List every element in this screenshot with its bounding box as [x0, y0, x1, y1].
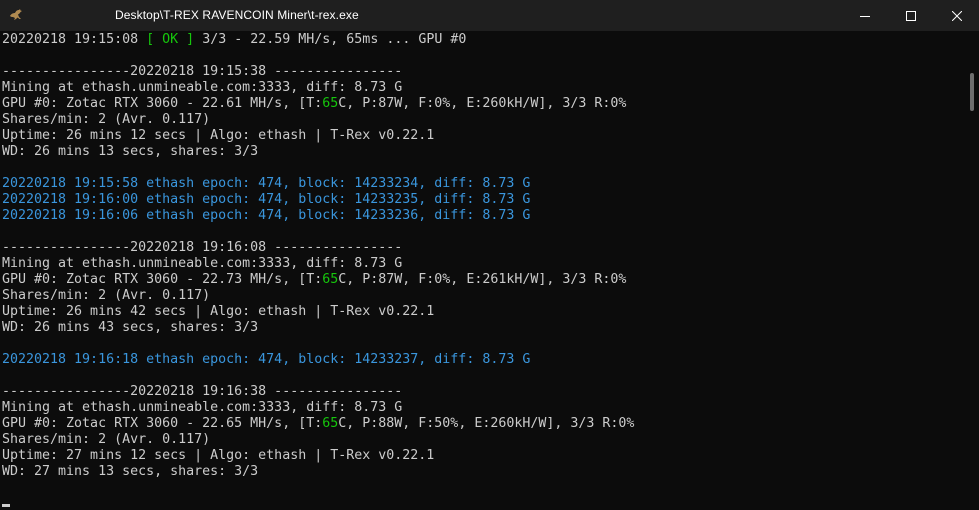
- epoch-line: 20220218 19:15:58 ethash epoch: 474, blo…: [2, 176, 531, 191]
- ok-status-badge: OK: [162, 32, 179, 47]
- window-title: Desktop\T-REX RAVENCOIN Miner\t-rex.exe: [115, 8, 359, 22]
- text-cursor: [2, 504, 10, 507]
- block3-wd-line: WD: 27 mins 13 secs, shares: 3/3: [2, 464, 259, 479]
- close-button[interactable]: [934, 0, 979, 31]
- block3-shares-line: Shares/min: 2 (Avr. 0.117): [2, 432, 211, 447]
- block1-header: ----------------20220218 19:15:38 ------…: [2, 64, 403, 79]
- minimize-icon: [860, 15, 870, 17]
- gpu-temp-value: 65: [322, 96, 339, 111]
- scrollbar-thumb[interactable]: [970, 73, 974, 111]
- block2-shares-line: Shares/min: 2 (Avr. 0.117): [2, 288, 211, 303]
- ok-bracket-close: ]: [186, 32, 195, 47]
- block2-wd-line: WD: 26 mins 43 secs, shares: 3/3: [2, 320, 259, 335]
- maximize-icon: [906, 10, 916, 21]
- block3-mining-line: Mining at ethash.unmineable.com:3333, di…: [2, 400, 403, 415]
- status-details: 3/3 - 22.59 MH/s, 65ms ... GPU #0: [202, 32, 467, 47]
- block3-header: ----------------20220218 19:16:38 ------…: [2, 384, 403, 399]
- status-timestamp: 20220218 19:15:08: [2, 32, 139, 47]
- gpu-temp-value: 65: [322, 272, 339, 287]
- status-line: 20220218 19:15:08 [ OK ] 3/3 - 22.59 MH/…: [2, 32, 466, 48]
- maximize-button[interactable]: [888, 0, 934, 31]
- block2-gpu-line: GPU #0: Zotac RTX 3060 - 22.73 MH/s, [T:…: [2, 272, 627, 287]
- minimize-button[interactable]: [842, 0, 888, 31]
- block1-wd-line: WD: 26 mins 13 secs, shares: 3/3: [2, 144, 259, 159]
- console-output[interactable]: 20220218 19:15:08 [ OK ] 3/3 - 22.59 MH/…: [0, 31, 966, 510]
- block1-shares-line: Shares/min: 2 (Avr. 0.117): [2, 112, 211, 127]
- ok-bracket-open: [: [146, 32, 155, 47]
- block3-gpu-line: GPU #0: Zotac RTX 3060 - 22.65 MH/s, [T:…: [2, 416, 635, 431]
- vertical-scrollbar[interactable]: [966, 31, 979, 510]
- gpu-temp-value: 65: [322, 416, 339, 431]
- block1-mining-line: Mining at ethash.unmineable.com:3333, di…: [2, 80, 403, 95]
- block2-mining-line: Mining at ethash.unmineable.com:3333, di…: [2, 256, 403, 271]
- block3-uptime-line: Uptime: 27 mins 12 secs | Algo: ethash |…: [2, 448, 435, 463]
- block1-uptime-line: Uptime: 26 mins 12 secs | Algo: ethash |…: [2, 128, 435, 143]
- close-icon: [952, 10, 962, 21]
- block1-gpu-line: GPU #0: Zotac RTX 3060 - 22.61 MH/s, [T:…: [2, 96, 627, 111]
- block2-header: ----------------20220218 19:16:08 ------…: [2, 240, 403, 255]
- epoch-line: 20220218 19:16:00 ethash epoch: 474, blo…: [2, 192, 531, 207]
- block2-uptime-line: Uptime: 26 mins 42 secs | Algo: ethash |…: [2, 304, 435, 319]
- title-bar[interactable]: Desktop\T-REX RAVENCOIN Miner\t-rex.exe: [0, 0, 979, 31]
- kangaroo-icon: [8, 7, 24, 23]
- epoch-line: 20220218 19:16:06 ethash epoch: 474, blo…: [2, 208, 531, 223]
- epoch-line: 20220218 19:16:18 ethash epoch: 474, blo…: [2, 352, 531, 367]
- terminal-window: Desktop\T-REX RAVENCOIN Miner\t-rex.exe …: [0, 0, 979, 510]
